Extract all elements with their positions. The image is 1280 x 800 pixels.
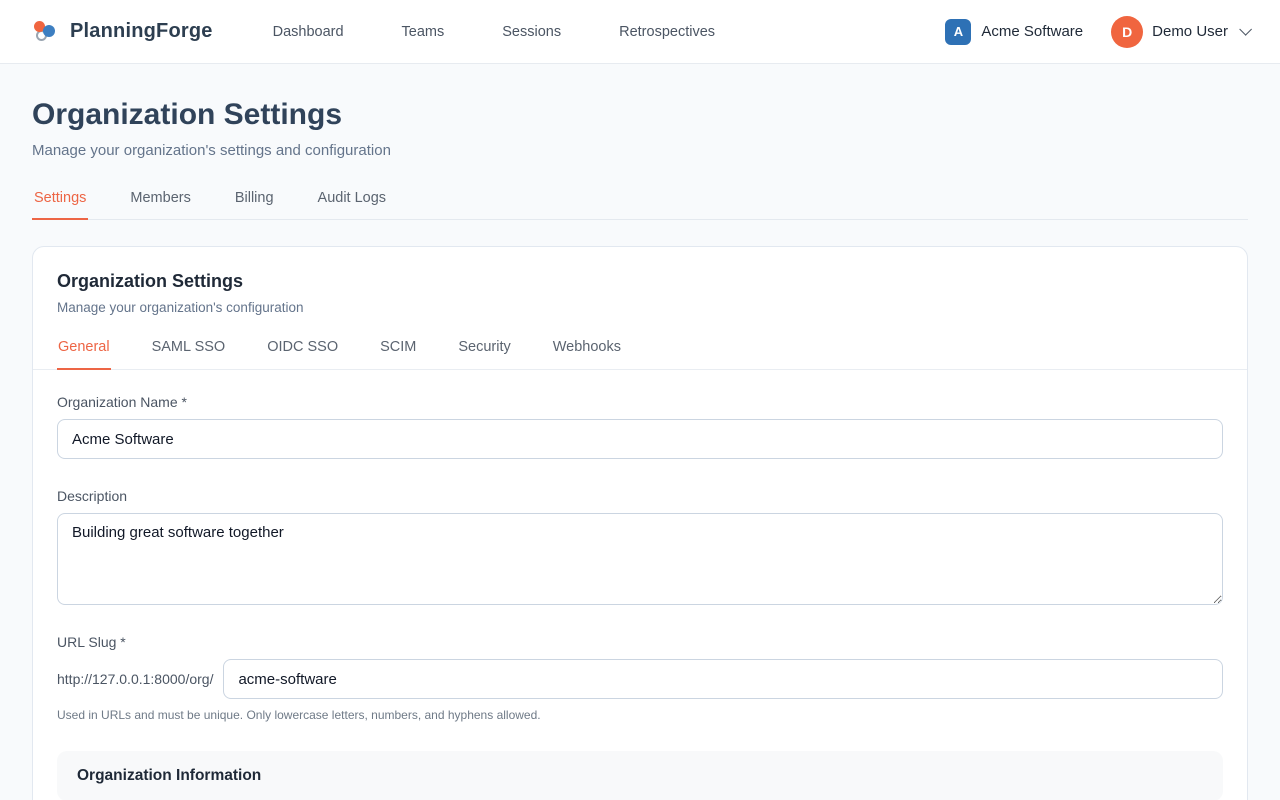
org-name-input[interactable] bbox=[57, 419, 1223, 459]
nav-link-dashboard[interactable]: Dashboard bbox=[273, 24, 344, 40]
description-field-group: Description Building great software toge… bbox=[57, 488, 1223, 605]
org-name: Acme Software bbox=[981, 23, 1083, 40]
tab-security[interactable]: Security bbox=[457, 339, 511, 370]
org-name-label: Organization Name * bbox=[57, 394, 1223, 410]
tab-general[interactable]: General bbox=[57, 339, 111, 370]
org-switcher[interactable]: A Acme Software bbox=[945, 19, 1083, 45]
chevron-down-icon bbox=[1239, 23, 1252, 36]
navbar-right: A Acme Software D Demo User bbox=[945, 16, 1248, 48]
page-tabs: Settings Members Billing Audit Logs bbox=[32, 190, 1248, 220]
tab-scim[interactable]: SCIM bbox=[379, 339, 417, 370]
nav-link-sessions[interactable]: Sessions bbox=[502, 24, 561, 40]
description-label: Description bbox=[57, 488, 1223, 504]
card-subtitle: Manage your organization's configuration bbox=[57, 300, 1223, 315]
description-textarea[interactable]: Building great software together bbox=[57, 513, 1223, 605]
primary-nav: Dashboard Teams Sessions Retrospectives bbox=[273, 24, 715, 40]
planningforge-logo-icon bbox=[32, 19, 58, 45]
tab-settings[interactable]: Settings bbox=[32, 190, 88, 220]
tab-oidc-sso[interactable]: OIDC SSO bbox=[266, 339, 339, 370]
nav-link-teams[interactable]: Teams bbox=[402, 24, 445, 40]
top-navbar: PlanningForge Dashboard Teams Sessions R… bbox=[0, 0, 1280, 64]
url-slug-row: http://127.0.0.1:8000/org/ bbox=[57, 659, 1223, 699]
tab-webhooks[interactable]: Webhooks bbox=[552, 339, 622, 370]
tab-billing[interactable]: Billing bbox=[233, 190, 276, 220]
page-subtitle: Manage your organization's settings and … bbox=[32, 142, 1248, 159]
url-slug-label: URL Slug * bbox=[57, 634, 1223, 650]
url-slug-prefix: http://127.0.0.1:8000/org/ bbox=[57, 671, 213, 687]
user-name: Demo User bbox=[1152, 23, 1228, 40]
url-slug-input[interactable] bbox=[223, 659, 1223, 699]
nav-link-retrospectives[interactable]: Retrospectives bbox=[619, 24, 715, 40]
brand[interactable]: PlanningForge bbox=[32, 19, 213, 45]
url-slug-field-group: URL Slug * http://127.0.0.1:8000/org/ Us… bbox=[57, 634, 1223, 722]
org-information-heading: Organization Information bbox=[77, 767, 1203, 785]
org-information-section: Organization Information bbox=[57, 751, 1223, 800]
settings-card: Organization Settings Manage your organi… bbox=[32, 246, 1248, 800]
page-title: Organization Settings bbox=[32, 98, 1248, 132]
org-name-field-group: Organization Name * bbox=[57, 394, 1223, 459]
main-content: Organization Settings Manage your organi… bbox=[32, 64, 1248, 800]
settings-section-tabs: General SAML SSO OIDC SSO SCIM Security … bbox=[57, 339, 1223, 369]
general-settings-form: Organization Name * Description Building… bbox=[33, 370, 1247, 800]
user-avatar: D bbox=[1111, 16, 1143, 48]
tab-members[interactable]: Members bbox=[128, 190, 192, 220]
card-title: Organization Settings bbox=[57, 271, 1223, 292]
tab-audit-logs[interactable]: Audit Logs bbox=[316, 190, 389, 220]
org-badge: A bbox=[945, 19, 971, 45]
url-slug-help: Used in URLs and must be unique. Only lo… bbox=[57, 708, 1223, 722]
settings-card-header: Organization Settings Manage your organi… bbox=[33, 247, 1247, 370]
tab-saml-sso[interactable]: SAML SSO bbox=[151, 339, 227, 370]
brand-name: PlanningForge bbox=[70, 20, 213, 43]
user-menu[interactable]: D Demo User bbox=[1111, 16, 1248, 48]
